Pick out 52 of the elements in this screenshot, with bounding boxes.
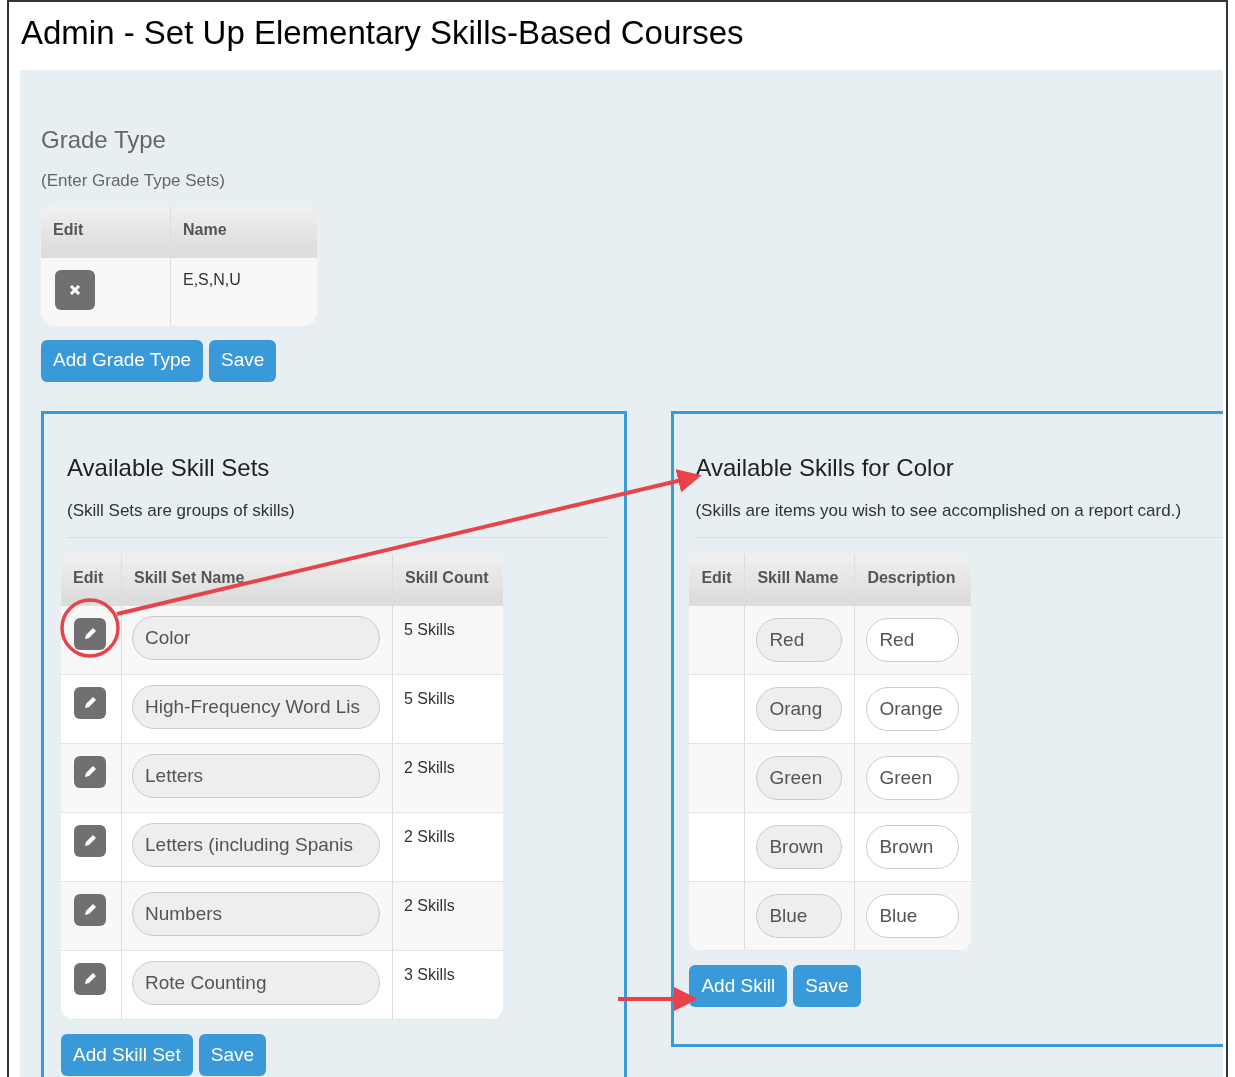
column-header: Edit [689, 554, 746, 602]
pencil-icon [82, 695, 98, 711]
column-header: Skill Name [745, 554, 856, 602]
table-cell-text: E,S,N,U [182, 269, 242, 290]
delete-button[interactable] [55, 269, 95, 310]
column-header: Skill Set Name [122, 554, 393, 602]
column-header: Name [182, 219, 228, 240]
input-field[interactable]: Brown [756, 825, 843, 869]
column-header: Description [866, 568, 957, 588]
input-field[interactable]: Blue [866, 894, 960, 938]
input-field[interactable]: Letters (including Spanis [132, 823, 380, 867]
pencil-icon [82, 971, 98, 987]
input-field[interactable]: Brown [866, 825, 960, 869]
edit-button[interactable] [74, 825, 106, 857]
table-cell-text: 3 Skills [403, 965, 455, 985]
column-header: Edit [61, 554, 122, 602]
edit-button[interactable] [74, 963, 106, 995]
table-cell-text: 5 Skills [403, 689, 455, 709]
pencil-icon [82, 833, 98, 849]
table-cell-text: 2 Skills [403, 758, 455, 778]
table-cell-text: 2 Skills [403, 827, 455, 847]
section-title: Available Skills for Color [695, 452, 955, 483]
section-title: Available Skill Sets [67, 452, 271, 483]
input-field[interactable]: Rote Counting [132, 961, 380, 1005]
edit-button[interactable] [74, 894, 106, 926]
input-field[interactable]: Blue [756, 894, 843, 938]
input-field[interactable]: Letters [132, 754, 380, 798]
input-field[interactable]: High-Frequency Word Lis [132, 685, 380, 729]
section-subtitle: (Enter Grade Type Sets) [41, 170, 226, 192]
edit-button[interactable] [74, 618, 106, 650]
input-field[interactable]: Red [866, 618, 960, 662]
table-cell-text: 2 Skills [403, 896, 455, 916]
page-title: Admin - Set Up Elementary Skills-Based Courses [20, 13, 745, 53]
table-cell-text: 5 Skills [403, 620, 455, 640]
edit-button[interactable] [74, 687, 106, 719]
input-field[interactable]: Numbers [132, 892, 380, 936]
section-subtitle: (Skill Sets are groups of skills) [67, 497, 609, 538]
section-subtitle: (Skills are items you wish to see accomplished on a report card.) [695, 497, 1223, 538]
edit-button[interactable] [74, 756, 106, 788]
column-header: Edit [41, 205, 171, 254]
pencil-icon [82, 764, 98, 780]
input-field[interactable]: Color [132, 616, 380, 660]
section-title: Grade Type [41, 125, 167, 155]
column-header: Skill Count [404, 568, 490, 588]
input-field[interactable]: Red [756, 618, 843, 662]
input-field[interactable]: Green [866, 756, 960, 800]
input-field[interactable]: Green [756, 756, 843, 800]
input-field[interactable]: Orange [866, 687, 960, 731]
pencil-icon [82, 626, 98, 642]
input-field[interactable]: Orang [756, 687, 843, 731]
close-icon [69, 283, 81, 296]
pencil-icon [82, 902, 98, 918]
